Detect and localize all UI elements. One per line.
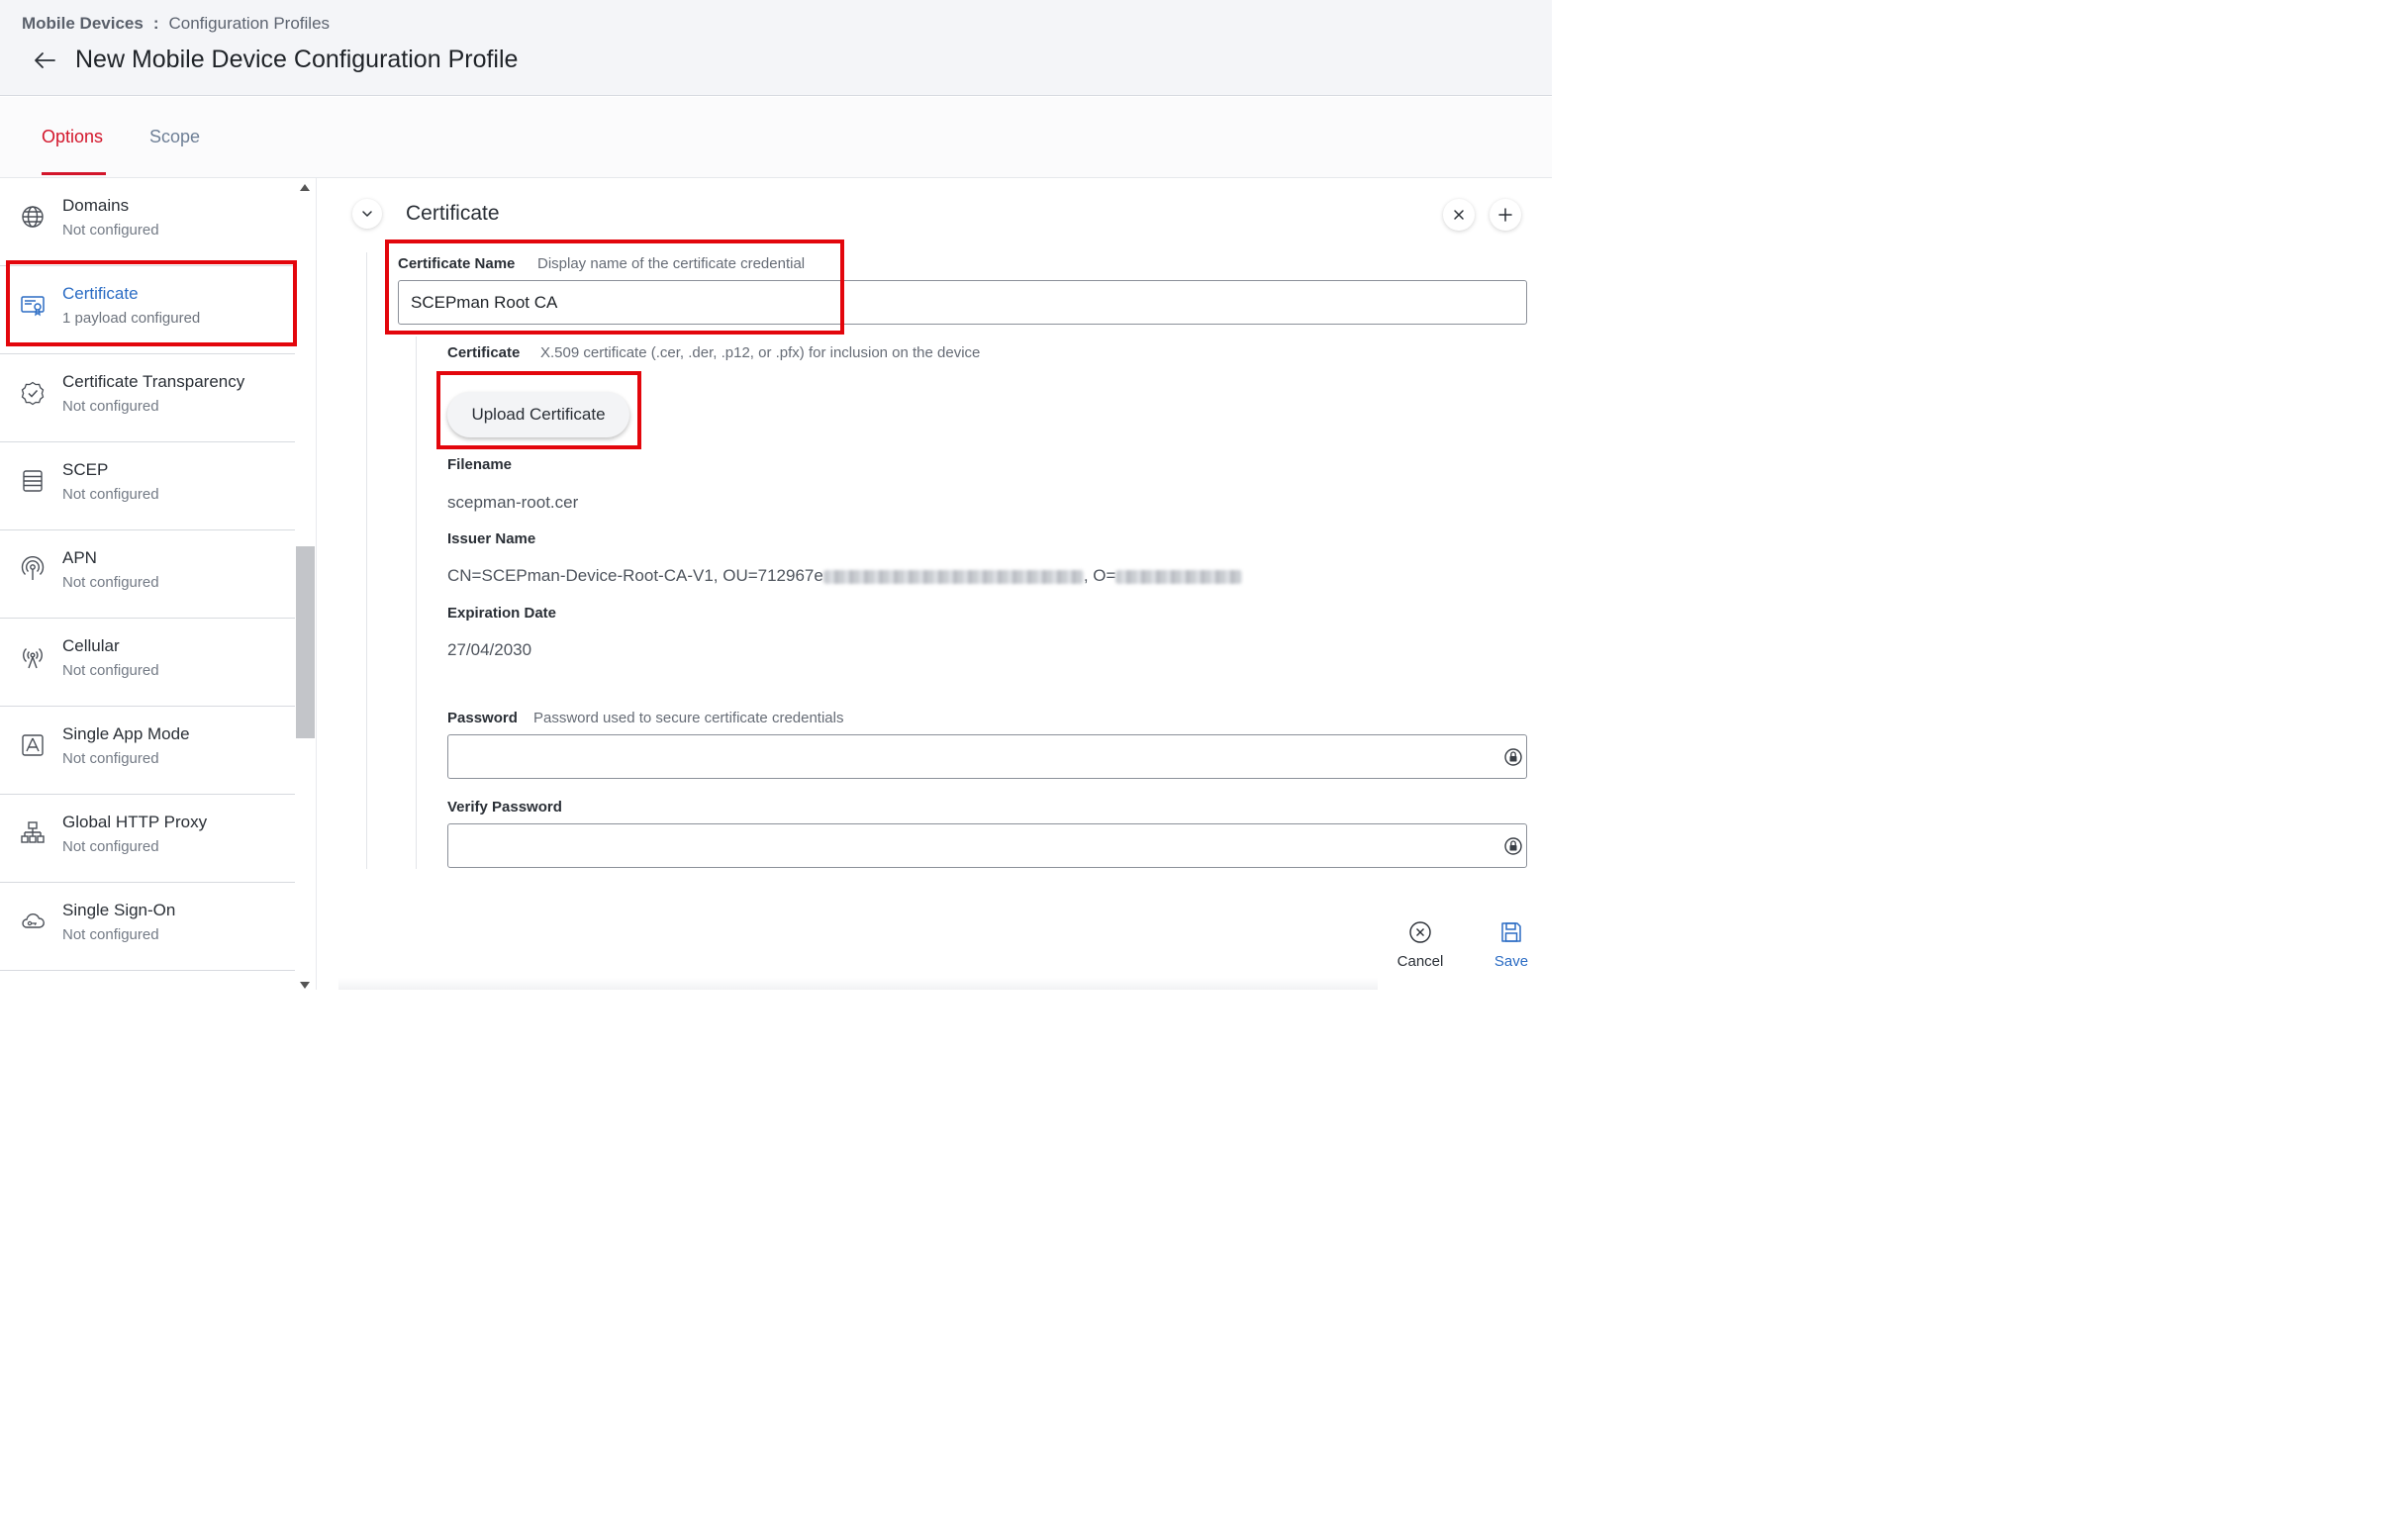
sidebar-item-status: Not configured bbox=[62, 486, 159, 503]
redacted-text bbox=[822, 569, 1084, 584]
redacted-text bbox=[1115, 569, 1243, 584]
sidebar-item-apn[interactable]: APN Not configured bbox=[0, 530, 295, 619]
sidebar-item-single-app-mode[interactable]: Single App Mode Not configured bbox=[0, 707, 295, 795]
page-title: New Mobile Device Configuration Profile bbox=[75, 46, 519, 73]
sidebar-item-status: Not configured bbox=[62, 926, 159, 943]
sidebar-item-status: 1 payload configured bbox=[62, 310, 201, 327]
active-tab-indicator bbox=[42, 172, 106, 175]
payload-sidebar: Domains Not configured Certificate 1 pay… bbox=[0, 178, 317, 990]
sidebar-item-label: Certificate bbox=[62, 284, 139, 303]
issuer-name-value: CN=SCEPman-Device-Root-CA-V1, OU=712967e… bbox=[447, 566, 1243, 586]
app-store-icon bbox=[22, 734, 44, 756]
sidebar-scrollbar[interactable] bbox=[296, 178, 316, 990]
verify-password-input[interactable] bbox=[447, 823, 1527, 868]
sidebar-item-single-sign-on[interactable]: Single Sign-On Not configured bbox=[0, 883, 295, 971]
sidebar-item-domains[interactable]: Domains Not configured bbox=[0, 178, 295, 266]
sidebar-item-global-http-proxy[interactable]: Global HTTP Proxy Not configured bbox=[0, 795, 295, 883]
sidebar-item-label: Single App Mode bbox=[62, 724, 190, 743]
breadcrumb-configuration-profiles[interactable]: Configuration Profiles bbox=[169, 14, 331, 34]
close-icon bbox=[1454, 210, 1464, 220]
scroll-up-arrow-icon[interactable] bbox=[300, 184, 310, 191]
sidebar-item-label: Domains bbox=[62, 196, 130, 215]
certificate-name-hint: Display name of the certificate credenti… bbox=[537, 255, 806, 272]
tab-scope[interactable]: Scope bbox=[149, 127, 200, 147]
expiration-date-value: 27/04/2030 bbox=[447, 640, 532, 659]
certificate-hint: X.509 certificate (.cer, .der, .p12, or … bbox=[540, 344, 981, 361]
sidebar-item-label: Cellular bbox=[62, 636, 120, 655]
arrow-left-icon[interactable] bbox=[32, 48, 57, 73]
certificate-payload-panel: Certificate Certificate Name Display nam… bbox=[317, 178, 1552, 990]
cancel-button[interactable]: Cancel bbox=[1392, 920, 1449, 970]
breadcrumb: Mobile Devices : Configuration Profiles bbox=[22, 14, 330, 34]
lock-reveal-icon[interactable] bbox=[1502, 746, 1524, 768]
certificate-name-label: Certificate Name bbox=[398, 255, 516, 272]
sidebar-item-label: Certificate Transparency bbox=[62, 372, 245, 391]
breadcrumb-mobile-devices[interactable]: Mobile Devices bbox=[22, 14, 144, 34]
subsection-guide-line bbox=[416, 336, 417, 869]
add-payload-button[interactable] bbox=[1490, 199, 1521, 231]
plus-icon bbox=[1498, 208, 1512, 222]
collapse-section-button[interactable] bbox=[352, 199, 382, 229]
upload-certificate-button[interactable]: Upload Certificate bbox=[447, 392, 629, 437]
section-title: Certificate bbox=[406, 202, 500, 225]
sidebar-item-status: Not configured bbox=[62, 574, 159, 591]
server-list-icon bbox=[23, 470, 43, 492]
scrollbar-thumb[interactable] bbox=[296, 546, 315, 738]
sidebar-item-certificate-transparency[interactable]: Certificate Transparency Not configured bbox=[0, 354, 295, 442]
sidebar-item-status: Not configured bbox=[62, 222, 159, 239]
sidebar-item-label: SCEP bbox=[62, 460, 109, 479]
sidebar-item-cellular[interactable]: Cellular Not configured bbox=[0, 619, 295, 707]
sidebar-item-label: APN bbox=[62, 548, 97, 567]
lock-reveal-icon[interactable] bbox=[1502, 835, 1524, 857]
issuer-name-label: Issuer Name bbox=[447, 530, 536, 547]
footer-divider bbox=[338, 978, 1378, 990]
badge-check-icon bbox=[21, 381, 45, 406]
scroll-down-arrow-icon[interactable] bbox=[300, 982, 310, 989]
filename-label: Filename bbox=[447, 456, 513, 473]
network-tree-icon bbox=[21, 821, 45, 843]
globe-icon bbox=[22, 206, 44, 228]
cancel-circle-icon bbox=[1409, 921, 1431, 943]
cancel-label: Cancel bbox=[1397, 953, 1444, 970]
password-hint: Password used to secure certificate cred… bbox=[533, 710, 844, 726]
chevron-down-icon bbox=[362, 211, 372, 217]
certificate-label: Certificate bbox=[447, 344, 521, 361]
cloud-key-icon bbox=[22, 913, 45, 928]
section-guide-line bbox=[366, 252, 367, 869]
sidebar-item-status: Not configured bbox=[62, 662, 159, 679]
breadcrumb-separator: : bbox=[152, 14, 159, 33]
password-input[interactable] bbox=[447, 734, 1527, 779]
save-button[interactable]: Save bbox=[1489, 920, 1534, 970]
filename-value: scepman-root.cer bbox=[447, 493, 579, 512]
tab-options[interactable]: Options bbox=[42, 127, 103, 147]
tabs-bar: Options Scope bbox=[0, 97, 1552, 178]
cellular-signal-icon bbox=[23, 647, 43, 669]
remove-payload-button[interactable] bbox=[1443, 199, 1475, 231]
password-label: Password bbox=[447, 710, 518, 726]
issuer-name-org-prefix: , O= bbox=[1083, 566, 1116, 585]
certificate-name-input[interactable] bbox=[398, 280, 1527, 325]
expiration-date-label: Expiration Date bbox=[447, 605, 557, 622]
save-floppy-icon bbox=[1501, 922, 1521, 942]
sidebar-item-status: Not configured bbox=[62, 750, 159, 767]
issuer-name-visible-part: CN=SCEPman-Device-Root-CA-V1, OU=712967e bbox=[447, 566, 823, 585]
sidebar-item-label: Single Sign-On bbox=[62, 901, 176, 919]
sidebar-item-scep[interactable]: SCEP Not configured bbox=[0, 442, 295, 530]
sidebar-item-certificate[interactable]: Certificate 1 payload configured bbox=[0, 266, 295, 354]
sidebar-item-status: Not configured bbox=[62, 398, 159, 415]
save-label: Save bbox=[1493, 953, 1529, 970]
verify-password-label: Verify Password bbox=[447, 799, 562, 815]
page-header: Mobile Devices : Configuration Profiles … bbox=[0, 0, 1552, 96]
antenna-icon bbox=[21, 556, 45, 580]
sidebar-item-status: Not configured bbox=[62, 838, 159, 855]
certificate-icon bbox=[21, 296, 45, 317]
sidebar-item-label: Global HTTP Proxy bbox=[62, 813, 208, 831]
